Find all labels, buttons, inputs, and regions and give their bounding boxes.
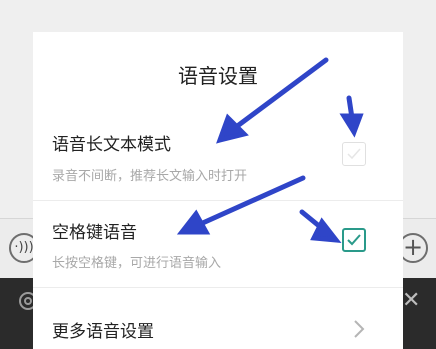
space-key-voice-label[interactable]: 空格键语音 (52, 218, 137, 243)
long-text-mode-label[interactable]: 语音长文本模式 (52, 130, 171, 155)
divider (33, 287, 403, 288)
chevron-right-icon[interactable] (352, 318, 366, 340)
long-text-mode-description: 录音不间断，推荐长文输入时打开 (52, 169, 248, 184)
more-voice-settings-label[interactable]: 更多语音设置 (52, 317, 154, 342)
space-key-voice-checkbox[interactable] (342, 228, 366, 252)
divider (33, 200, 403, 201)
voice-settings-dialog: 语音设置 语音长文本模式 录音不间断，推荐长文输入时打开 空格键语音 长按空格键… (33, 32, 403, 349)
close-icon[interactable]: ✕ (402, 290, 420, 312)
dialog-title: 语音设置 (178, 64, 258, 88)
space-key-voice-description: 长按空格键，可进行语音输入 (52, 256, 222, 271)
check-icon (347, 148, 361, 160)
check-icon (347, 234, 361, 246)
long-text-mode-checkbox[interactable] (342, 142, 366, 166)
